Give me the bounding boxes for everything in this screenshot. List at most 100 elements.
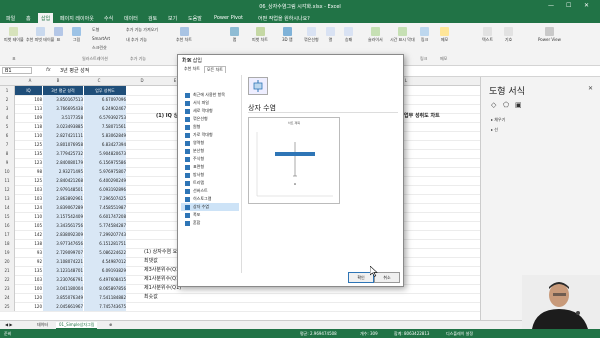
link-button[interactable]: 링크 [420,27,429,43]
table-cell[interactable]: 125 [15,176,42,185]
table-cell[interactable]: 110 [15,212,42,221]
chart-category-item[interactable]: 히스토그램 [181,195,239,203]
table-cell[interactable]: 5.774584287 [84,221,126,230]
line-section[interactable]: ▸ 선 [491,127,498,133]
box-whisker-thumbnail[interactable] [248,77,268,95]
effects-icon[interactable]: ⬠ [503,101,509,109]
tab-recommended-charts[interactable]: 추천 차트 [182,66,202,72]
table-cell[interactable]: 7.458551987 [84,203,126,212]
table-cell[interactable]: 2.045661967 [43,302,83,311]
table-cell[interactable]: 103 [15,185,42,194]
3d-map-button[interactable]: 3D 맵 [282,27,293,43]
tab-review[interactable]: 검토 [148,15,157,22]
row-number[interactable]: 25 [0,302,15,311]
tab-data[interactable]: 데이터 [124,15,138,22]
table-cell[interactable]: 7.296507425 [84,194,126,203]
fill-icon[interactable]: ◇ [491,101,496,109]
table-cell[interactable]: 110 [15,131,42,140]
table-button[interactable]: 표 [54,27,63,43]
row-number[interactable]: 17 [0,230,15,239]
formula-input[interactable]: 3년 평균 성적 [60,67,89,74]
table-cell[interactable]: 업무 성취도 [84,86,126,95]
close-icon[interactable]: ✕ [588,85,593,92]
table-cell[interactable]: 3.023493885 [43,122,83,131]
table-cell[interactable]: 105 [15,221,42,230]
row-number[interactable]: 7 [0,140,15,149]
table-cell[interactable]: 135 [15,266,42,275]
table-cell[interactable]: 100 [15,284,42,293]
table-cell[interactable]: 5.83062849 [84,131,126,140]
chart-category-item[interactable]: 폭포 [181,211,239,219]
row-number[interactable]: 19 [0,248,15,257]
table-cell[interactable]: 3.5177358 [43,113,83,122]
chart-category-item[interactable]: 영역형 [181,139,239,147]
sparkline-winloss-button[interactable]: 승패 [344,27,353,43]
size-icon[interactable]: ▣ [515,101,522,109]
table-cell[interactable]: 103 [15,194,42,203]
timeline-button[interactable]: 시간 표시 막대 [390,27,415,43]
pivot-chart-button[interactable]: 피벗 차트 [252,27,268,43]
row-number[interactable]: 6 [0,131,15,140]
row-number[interactable]: 21 [0,266,15,275]
table-cell[interactable]: 3년 평균 성적 [43,86,83,95]
table-cell[interactable]: 2.863892961 [43,194,83,203]
chart-category-item[interactable]: 최근에 사용한 항목 [181,91,239,99]
tab-formulas[interactable]: 수식 [104,15,113,22]
row-number[interactable]: 4 [0,113,15,122]
maps-button[interactable]: 맵 [230,27,239,43]
chart-category-item[interactable]: 선버스트 [181,187,239,195]
my-addins-button[interactable]: 내 추가 기능 [126,37,147,43]
row-number[interactable]: 5 [0,122,15,131]
table-cell[interactable]: 6.497608415 [84,275,126,284]
row-number[interactable]: 24 [0,293,15,302]
table-cell[interactable]: 2.840421268 [43,176,83,185]
table-cell[interactable]: 109 [15,113,42,122]
row-number[interactable]: 11 [0,176,15,185]
table-cell[interactable]: 3.108074221 [43,257,83,266]
table-cell[interactable]: 3.157542409 [43,212,83,221]
table-cell[interactable]: 113 [15,104,42,113]
recommended-pivot-button[interactable]: 추천 피벗 테이블 [26,27,54,43]
text-button[interactable]: 텍스트 [482,27,493,43]
table-cell[interactable]: 2.838092309 [43,230,83,239]
table-cell[interactable]: 6.601747208 [84,212,126,221]
table-cell[interactable]: 3.839067289 [43,203,83,212]
sheet-nav-icon[interactable]: ◀ ▶ [2,322,15,327]
row-number[interactable]: 1 [0,86,15,95]
table-cell[interactable]: 98 [15,167,42,176]
name-box[interactable]: B1 [2,67,32,74]
column-header[interactable]: A [15,78,45,83]
power-view-button[interactable]: Power View [538,27,561,42]
pivot-table-button[interactable]: 피벗 테이블 [4,27,24,43]
shapes-button[interactable]: 도형 [92,27,99,33]
table-cell[interactable]: 5.976975807 [84,167,126,176]
column-header[interactable]: B [43,78,73,83]
comment-button[interactable]: 메모 [440,27,449,43]
table-cell[interactable]: 2.827421111 [43,131,83,140]
tab-power-pivot[interactable]: Power Pivot [214,15,243,21]
table-cell[interactable]: 6.093192896 [84,185,126,194]
dialog-close-button[interactable]: ? ✕ [182,57,399,64]
chart-category-item[interactable]: 방사형 [181,171,239,179]
table-cell[interactable]: 3.041180004 [43,284,83,293]
table-cell[interactable]: IQ [15,86,42,95]
table-cell[interactable]: 6.400290249 [84,176,126,185]
column-header[interactable]: D [127,78,157,83]
sheet-tab-data[interactable]: 데이터 [34,322,51,328]
table-cell[interactable]: 6.151281751 [84,239,126,248]
fill-section[interactable]: ▸ 채우기 [491,117,505,123]
table-cell[interactable]: 6.67097096 [84,95,126,104]
row-number[interactable]: 22 [0,275,15,284]
table-cell[interactable]: 3.123148701 [43,266,83,275]
table-cell[interactable]: 103 [15,275,42,284]
table-cell[interactable]: 2.979148501 [43,185,83,194]
table-cell[interactable]: 5.904820673 [84,149,126,158]
table-cell[interactable]: 6.579392753 [84,113,126,122]
table-cell[interactable]: 6.24902467 [84,104,126,113]
table-cell[interactable]: 92 [15,257,42,266]
row-number[interactable]: 13 [0,194,15,203]
chart-preview[interactable]: 차트 제목 [248,117,340,204]
row-number[interactable]: 16 [0,221,15,230]
table-cell[interactable]: 3.779425732 [43,149,83,158]
table-cell[interactable]: 118 [15,122,42,131]
